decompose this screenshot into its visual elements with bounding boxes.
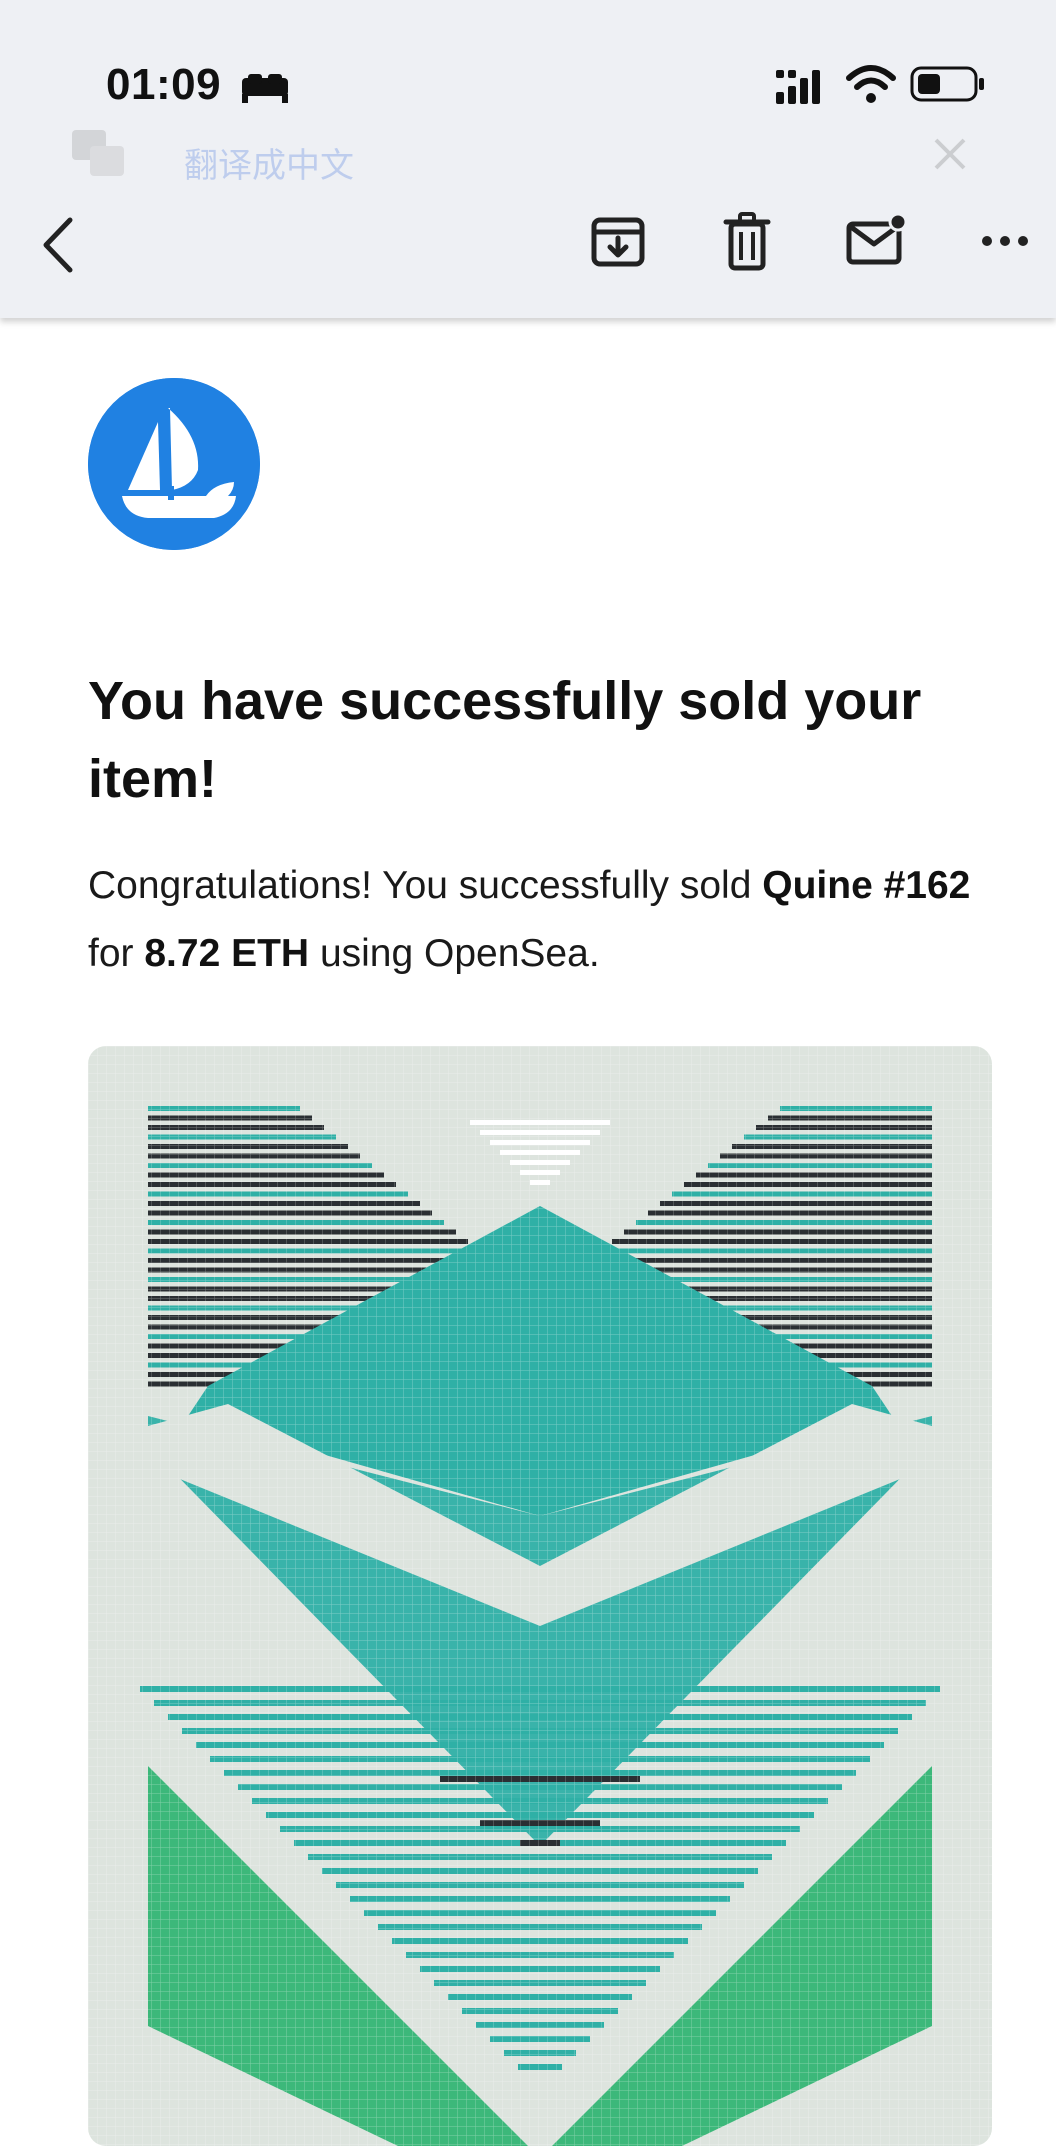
sale-price: 8.72 ETH xyxy=(144,932,310,975)
item-artwork xyxy=(88,1046,992,2146)
email-headline: You have successfully sold your item! xyxy=(88,671,922,809)
translate-banner[interactable]: 翻译成中文 xyxy=(0,118,1056,194)
opensea-logo xyxy=(88,378,260,550)
body-for: for xyxy=(88,932,145,975)
translate-icon xyxy=(72,130,124,176)
trash-icon[interactable] xyxy=(722,212,772,272)
close-icon[interactable] xyxy=(930,134,970,174)
email-body: Congratulations! You successfully sold Q… xyxy=(88,852,1008,988)
more-icon[interactable] xyxy=(980,230,1030,252)
battery-icon xyxy=(910,66,984,102)
mark-unread-icon[interactable] xyxy=(846,212,908,268)
wifi-icon xyxy=(846,65,896,103)
status-time: 01:09 xyxy=(106,60,222,109)
item-name: Quine #162 xyxy=(762,864,971,907)
translate-label: 翻译成中文 xyxy=(184,147,354,185)
back-icon[interactable] xyxy=(38,216,78,274)
cellular-signal-icon xyxy=(776,70,820,104)
email-toolbar: 01:09 翻译成中文 xyxy=(0,0,1056,318)
body-intro: Congratulations! You successfully sold xyxy=(88,864,763,907)
bed-icon xyxy=(242,74,288,103)
archive-icon[interactable] xyxy=(590,214,646,270)
item-image[interactable] xyxy=(88,1046,992,2146)
body-outro: using OpenSea. xyxy=(309,932,600,975)
